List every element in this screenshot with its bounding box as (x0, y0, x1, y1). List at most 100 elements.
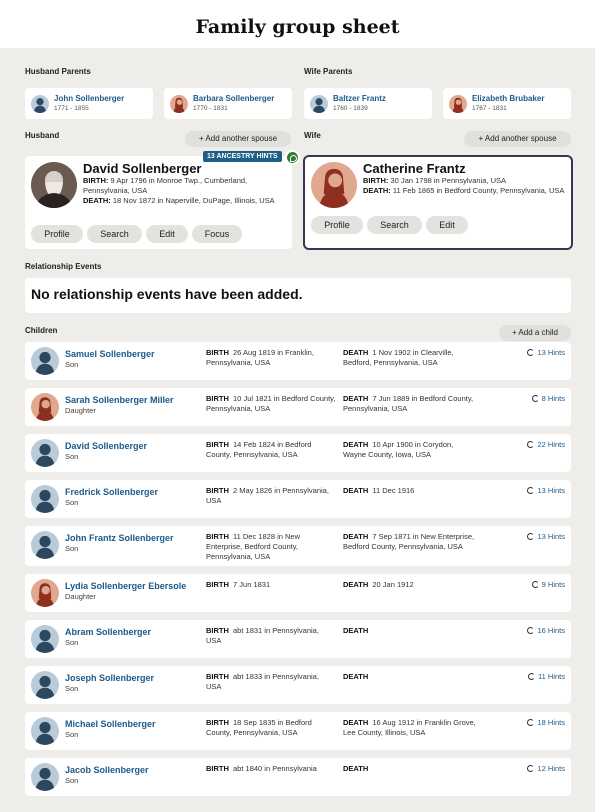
husband-facts: BIRTH: 9 Apr 1796 in Monroe Twp., Cumber… (83, 176, 278, 206)
parent-name[interactable]: Baltzer Frantz (333, 94, 386, 103)
male-avatar-icon (310, 95, 328, 113)
child-relation: Daughter (65, 406, 96, 415)
female-avatar-icon (449, 95, 467, 113)
hint-icon (527, 441, 535, 448)
child-relation: Son (65, 360, 79, 369)
ancestry-leaf-icon[interactable] (285, 150, 300, 165)
child-row[interactable]: Sarah Sollenberger Miller Daughter BIRTH 1… (25, 388, 571, 426)
child-hints-link[interactable]: 13 Hints (527, 532, 565, 541)
hint-icon (527, 349, 535, 356)
husband-name[interactable]: David Sollenberger (83, 161, 201, 176)
child-name[interactable]: Fredrick Sollenberger (65, 487, 158, 497)
child-birth: BIRTH 14 Feb 1824 in Bedford County, Pen… (206, 440, 312, 459)
child-birth: BIRTH 10 Jul 1821 in Bedford County, Pen… (206, 394, 336, 413)
child-row[interactable]: Fredrick Sollenberger Son BIRTH 2 May 1826… (25, 480, 571, 518)
child-relation: Son (65, 544, 79, 553)
child-row[interactable]: Abram Sollenberger Son BIRTH abt 1831 in P… (25, 620, 571, 658)
wife-facts: BIRTH: 30 Jan 1798 in Pennsylvania, USA … (363, 176, 568, 196)
add-another-spouse-button-husband[interactable]: + Add another spouse (185, 131, 291, 147)
child-row[interactable]: John Frantz Sollenberger Son BIRTH 11 Dec … (25, 526, 571, 566)
child-name[interactable]: Jacob Sollenberger (65, 765, 149, 775)
child-name[interactable]: Sarah Sollenberger Miller (65, 395, 174, 405)
parent-card-wife-father[interactable]: Baltzer Frantz 1760 - 1839 (304, 88, 432, 119)
husband-card: David Sollenberger BIRTH: 9 Apr 1796 in … (25, 156, 292, 249)
child-name[interactable]: Abram Sollenberger (65, 627, 151, 637)
header-bar: Family group sheet (0, 0, 595, 48)
hint-icon (531, 395, 539, 402)
child-hints-link[interactable]: 16 Hints (527, 626, 565, 635)
child-hints-link[interactable]: 13 Hints (527, 348, 565, 357)
parent-dates: 1760 - 1839 (333, 105, 368, 112)
hint-icon (527, 765, 535, 772)
child-death: DEATH (343, 672, 369, 681)
male-avatar-icon (31, 347, 59, 375)
child-row[interactable]: David Sollenberger Son BIRTH 14 Feb 1824 i… (25, 434, 571, 472)
child-name[interactable]: Samuel Sollenberger (65, 349, 155, 359)
child-name[interactable]: Lydia Sollenberger Ebersole (65, 581, 186, 591)
child-name[interactable]: John Frantz Sollenberger (65, 533, 174, 543)
female-avatar-icon (31, 393, 59, 421)
wife-death: DEATH: 11 Feb 1865 in Bedford County, Pe… (363, 186, 565, 195)
child-row[interactable]: Lydia Sollenberger Ebersole Daughter BIRTH… (25, 574, 571, 612)
child-row[interactable]: Samuel Sollenberger Son BIRTH 26 Aug 1819 … (25, 342, 571, 380)
child-name[interactable]: Joseph Sollenberger (65, 673, 154, 683)
child-birth: BIRTH 18 Sep 1835 in Bedford County, Pen… (206, 718, 312, 737)
add-another-spouse-button-wife[interactable]: + Add another spouse (464, 131, 571, 147)
hint-icon (527, 533, 535, 540)
child-relation: Son (65, 684, 79, 693)
add-child-button[interactable]: + Add a child (499, 325, 571, 341)
ancestry-hints-badge[interactable]: 13 ANCESTRY HINTS (203, 151, 282, 162)
wife-search-button[interactable]: Search (367, 216, 422, 234)
husband-edit-button[interactable]: Edit (146, 225, 188, 243)
child-hints-link[interactable]: 9 Hints (531, 580, 565, 589)
wife-edit-button[interactable]: Edit (426, 216, 468, 234)
child-row[interactable]: Jacob Sollenberger Son BIRTH abt 1840 in P… (25, 758, 571, 796)
relationship-events-card: No relationship events have been added. (25, 278, 571, 313)
wife-label: Wife (304, 131, 321, 140)
child-death: DEATH (343, 626, 369, 635)
parent-dates: 1771 - 1855 (54, 105, 89, 112)
page-title: Family group sheet (195, 16, 400, 38)
hint-icon (528, 673, 536, 680)
child-row[interactable]: Michael Sollenberger Son BIRTH 18 Sep 1835… (25, 712, 571, 750)
wife-name[interactable]: Catherine Frantz (363, 161, 466, 176)
child-death: DEATH 16 Aug 1912 in Franklin Grove, Lee… (343, 718, 476, 737)
child-birth: BIRTH 2 May 1826 in Pennsylvania, USA (206, 486, 329, 505)
child-birth: BIRTH 7 Jun 1831 (206, 580, 271, 589)
child-birth: BIRTH abt 1840 in Pennsylvania (206, 764, 317, 773)
child-name[interactable]: Michael Sollenberger (65, 719, 156, 729)
child-hints-link[interactable]: 13 Hints (527, 486, 565, 495)
husband-parents-label: Husband Parents (25, 67, 91, 76)
child-hints-link[interactable]: 22 Hints (527, 440, 565, 449)
child-relation: Daughter (65, 592, 96, 601)
child-death: DEATH 7 Sep 1871 in New Enterprise, Bedf… (343, 532, 475, 551)
child-name[interactable]: David Sollenberger (65, 441, 147, 451)
husband-photo[interactable] (31, 162, 77, 208)
wife-profile-button[interactable]: Profile (311, 216, 363, 234)
parent-name[interactable]: Barbara Sollenberger (193, 94, 274, 103)
child-hints-link[interactable]: 8 Hints (531, 394, 565, 403)
child-hints-link[interactable]: 11 Hints (528, 672, 565, 681)
parent-name[interactable]: Elizabeth Brubaker (472, 94, 544, 103)
child-death: DEATH 1 Nov 1902 in Clearville, Bedford,… (343, 348, 454, 367)
husband-focus-button[interactable]: Focus (192, 225, 242, 243)
child-hints-link[interactable]: 18 Hints (527, 718, 565, 727)
parent-card-husband-father[interactable]: John Sollenberger 1771 - 1855 (25, 88, 153, 119)
parent-name[interactable]: John Sollenberger (54, 94, 124, 103)
male-avatar-icon (31, 95, 49, 113)
parent-card-husband-mother[interactable]: Barbara Sollenberger 1770 - 1831 (164, 88, 292, 119)
child-row[interactable]: Joseph Sollenberger Son BIRTH abt 1833 in … (25, 666, 571, 704)
husband-profile-button[interactable]: Profile (31, 225, 83, 243)
wife-parents-label: Wife Parents (304, 67, 353, 76)
male-avatar-icon (31, 717, 59, 745)
parent-card-wife-mother[interactable]: Elizabeth Brubaker 1767 - 1831 (443, 88, 571, 119)
hint-icon (531, 581, 539, 588)
female-avatar-icon (31, 579, 59, 607)
husband-search-button[interactable]: Search (87, 225, 142, 243)
wife-birth: BIRTH: 30 Jan 1798 in Pennsylvania, USA (363, 176, 507, 185)
child-birth: BIRTH abt 1831 in Pennsylvania, USA (206, 626, 319, 645)
child-birth: BIRTH 26 Aug 1819 in Franklin, Pennsylva… (206, 348, 314, 367)
child-death: DEATH 7 Jun 1889 in Bedford County, Penn… (343, 394, 474, 413)
child-hints-link[interactable]: 12 Hints (527, 764, 565, 773)
female-avatar-icon[interactable] (311, 162, 357, 208)
